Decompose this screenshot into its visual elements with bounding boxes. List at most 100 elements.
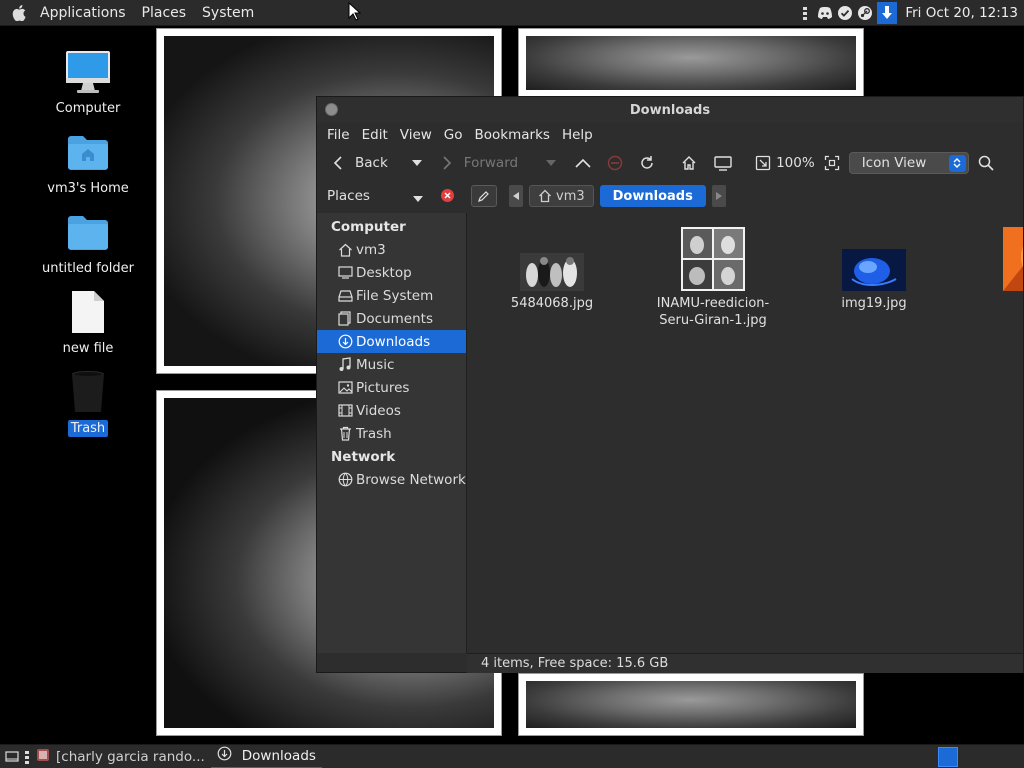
- window-titlebar[interactable]: Downloads: [317, 97, 1023, 123]
- sidebar-item-desktop[interactable]: Desktop: [317, 261, 466, 284]
- menu-grip-icon[interactable]: [797, 5, 813, 21]
- clock[interactable]: Fri Oct 20, 12:13: [905, 5, 1018, 21]
- music-icon: [337, 357, 353, 373]
- file-item[interactable]: INAMU-reedicion- Seru-Giran-1.jpg: [643, 223, 783, 329]
- drive-icon: [337, 288, 353, 304]
- sidebar-heading-network: Network: [331, 448, 396, 465]
- workspace-switcher[interactable]: [938, 747, 958, 767]
- forward-history-dropdown-icon[interactable]: [542, 154, 560, 172]
- mouse-cursor-icon: [348, 2, 362, 21]
- discord-icon[interactable]: [817, 5, 833, 21]
- desktop-icon-computer[interactable]: Computer: [38, 48, 138, 117]
- wallpaper-photo: [518, 28, 864, 98]
- top-panel: Applications Places System Fri Oct 20, 1…: [0, 0, 1024, 26]
- menu-edit[interactable]: Edit: [356, 127, 394, 143]
- computer-icon: [64, 48, 112, 96]
- edit-path-button[interactable]: [471, 185, 497, 207]
- trash-icon: [64, 368, 112, 416]
- breadcrumb-downloads[interactable]: Downloads: [599, 185, 706, 207]
- file-manager-window: Downloads File Edit View Go Bookmarks He…: [316, 96, 1024, 673]
- file-item[interactable]: img19.jpg: [804, 223, 944, 312]
- stop-icon[interactable]: [606, 154, 624, 172]
- sidebar-item-pictures[interactable]: Pictures: [317, 376, 466, 399]
- breadcrumb: vm3 Downloads: [467, 179, 726, 213]
- image-thumbnail: [681, 223, 745, 291]
- system-menu[interactable]: System: [194, 5, 262, 21]
- status-bar: 4 items, Free space: 15.6 GB: [467, 653, 1023, 673]
- file-item[interactable]: 5484068.jpg: [482, 223, 622, 312]
- menu-file[interactable]: File: [321, 127, 356, 143]
- menu-help[interactable]: Help: [556, 127, 599, 143]
- computer-toolbar-icon[interactable]: [714, 154, 732, 172]
- file-view[interactable]: 5484068.jpg INAMU-reedicion- Seru-Giran-1…: [467, 213, 1023, 653]
- system-tray: Fri Oct 20, 12:13: [797, 0, 1024, 26]
- places-header[interactable]: Places: [317, 179, 467, 213]
- steam-icon[interactable]: [857, 5, 873, 21]
- file-item[interactable]: 417: [965, 223, 1023, 312]
- desktop-icon-new-file[interactable]: new file: [38, 288, 138, 357]
- back-button[interactable]: Back: [323, 150, 394, 176]
- home-folder-icon: [64, 128, 112, 176]
- places-sidebar: Computer vm3 Desktop File System Documen…: [317, 213, 467, 653]
- download-update-icon[interactable]: [877, 2, 898, 24]
- forward-button[interactable]: Forward: [432, 150, 524, 176]
- back-arrow-icon: [329, 154, 347, 172]
- view-mode-select[interactable]: Icon View: [848, 152, 969, 174]
- home-icon[interactable]: [680, 154, 698, 172]
- menu-view[interactable]: View: [394, 127, 438, 143]
- up-arrow-icon[interactable]: [574, 154, 592, 172]
- home-icon: [539, 189, 551, 203]
- pencil-icon: [478, 191, 489, 202]
- zoom-in-icon[interactable]: [823, 154, 841, 172]
- desktop-icon-home[interactable]: vm3's Home: [38, 128, 138, 197]
- image-thumbnail: [520, 223, 584, 291]
- sidebar-item-vm3[interactable]: vm3: [317, 238, 466, 261]
- menu-bookmarks[interactable]: Bookmarks: [469, 127, 556, 143]
- window-body: Computer vm3 Desktop File System Documen…: [317, 213, 1023, 653]
- breadcrumb-left-arrow[interactable]: [509, 185, 523, 207]
- window-close-button[interactable]: [325, 103, 338, 116]
- taskbar-item-image-viewer[interactable]: [charly garcia rando...: [30, 745, 211, 768]
- sidebar-item-trash[interactable]: Trash: [317, 422, 466, 445]
- folder-icon: [64, 208, 112, 256]
- sidebar-item-downloads[interactable]: Downloads: [317, 330, 466, 353]
- sidebar-item-file-system[interactable]: File System: [317, 284, 466, 307]
- desktop-icon-trash[interactable]: Trash: [38, 368, 138, 437]
- close-sidebar-icon[interactable]: [441, 189, 454, 202]
- sidebar-item-browse-network[interactable]: Browse Network: [317, 468, 466, 491]
- forward-arrow-icon: [438, 154, 456, 172]
- location-bar: Places vm3 Downloads: [317, 179, 1023, 213]
- trash-icon: [337, 426, 353, 442]
- sidebar-item-music[interactable]: Music: [317, 353, 466, 376]
- search-icon[interactable]: [977, 154, 995, 172]
- sidebar-heading-computer: Computer: [331, 218, 406, 235]
- places-menu[interactable]: Places: [134, 5, 195, 21]
- downloads-icon: [337, 334, 353, 350]
- network-icon: [337, 472, 353, 488]
- sidebar-item-documents[interactable]: Documents: [317, 307, 466, 330]
- breadcrumb-right-arrow[interactable]: [711, 185, 726, 207]
- breadcrumb-vm3[interactable]: vm3: [529, 185, 594, 207]
- reload-icon[interactable]: [638, 154, 656, 172]
- zoom-out-icon[interactable]: [754, 154, 772, 172]
- check-circle-icon[interactable]: [837, 5, 853, 21]
- home-icon: [337, 242, 353, 258]
- sidebar-item-videos[interactable]: Videos: [317, 399, 466, 422]
- image-thumbnail: [842, 223, 906, 291]
- taskbar-item-downloads[interactable]: Downloads: [210, 745, 322, 768]
- back-history-dropdown-icon[interactable]: [408, 154, 426, 172]
- menubar: File Edit View Go Bookmarks Help: [317, 123, 1023, 147]
- zoom-level[interactable]: 100%: [772, 155, 819, 171]
- file-icon: [64, 288, 112, 336]
- places-dropdown-icon[interactable]: [413, 191, 423, 206]
- bottom-panel: [charly garcia rando... Downloads: [0, 744, 1024, 768]
- downloads-icon: [217, 746, 232, 765]
- apple-logo-icon[interactable]: [12, 4, 26, 21]
- image-viewer-icon: [36, 748, 50, 766]
- wallpaper-photo: [518, 673, 864, 736]
- desktop-icon-untitled-folder[interactable]: untitled folder: [38, 208, 138, 277]
- toolbar: Back Forward 100% Icon View: [317, 147, 1023, 179]
- show-desktop-icon[interactable]: [4, 749, 20, 765]
- menu-go[interactable]: Go: [438, 127, 469, 143]
- applications-menu[interactable]: Applications: [32, 5, 134, 21]
